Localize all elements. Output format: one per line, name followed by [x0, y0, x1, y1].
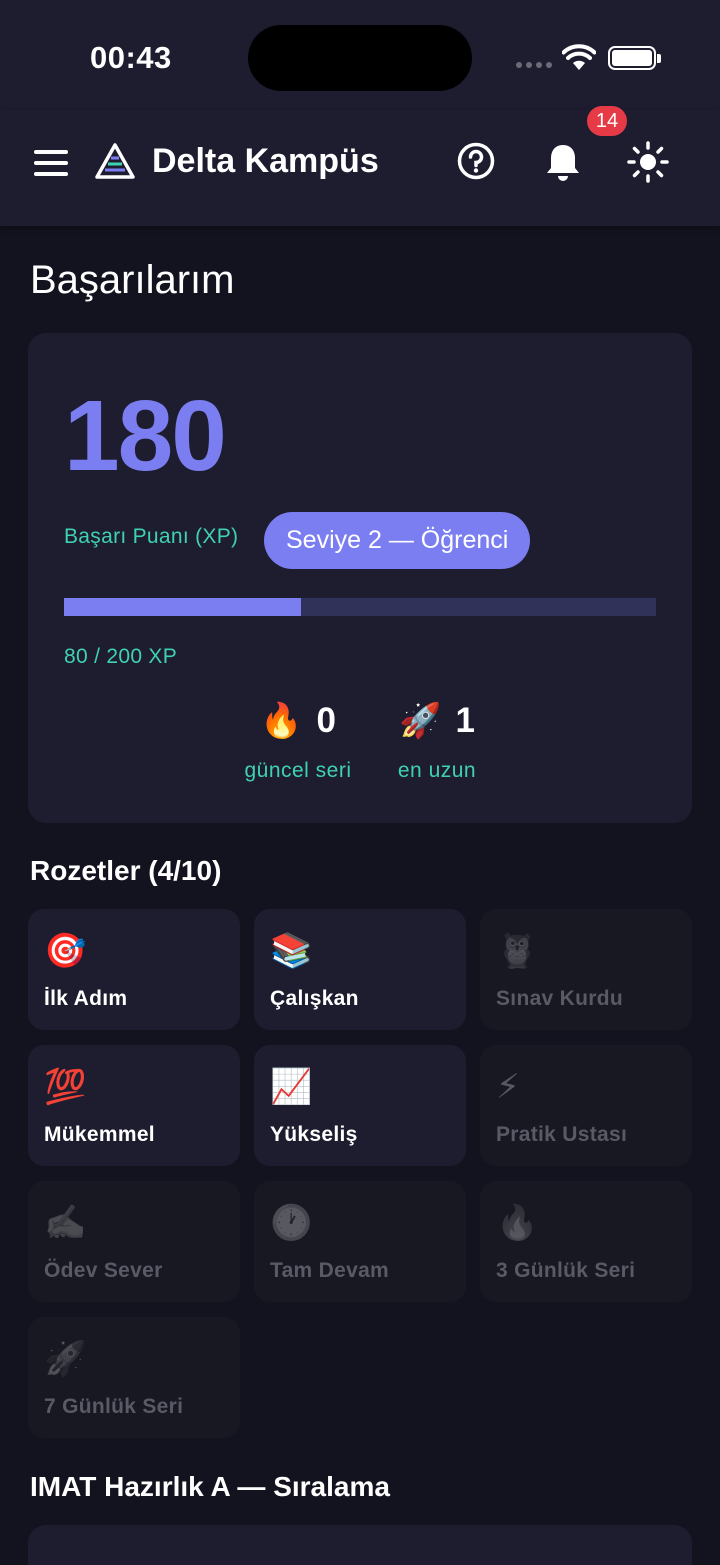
battery-icon	[608, 46, 661, 70]
badge-tile[interactable]: ✍️ Ödev Sever	[28, 1181, 240, 1302]
badge-label: Çalışkan	[270, 987, 359, 1010]
current-streak-label: güncel seri	[244, 759, 352, 782]
books-icon: 📚	[270, 932, 313, 970]
xp-progress-bar	[64, 598, 656, 616]
lightning-icon: ⚡	[496, 1068, 520, 1106]
wifi-icon	[562, 44, 596, 70]
badge-label: Sınav Kurdu	[496, 987, 623, 1010]
badges-section-title: Rozetler (4/10)	[30, 855, 222, 886]
current-streak: 🔥 0 güncel seri	[236, 701, 360, 783]
badge-label: Pratik Ustası	[496, 1123, 628, 1146]
bell-icon[interactable]	[544, 142, 582, 182]
longest-streak-value: 1	[455, 701, 475, 740]
status-bar: 00:43	[0, 0, 720, 110]
target-icon: 🎯	[44, 932, 87, 970]
badge-tile[interactable]: 🎯 İlk Adım	[28, 909, 240, 1030]
level-pill: Seviye 2 — Öğrenci	[264, 512, 531, 569]
badge-label: Ödev Sever	[44, 1259, 163, 1282]
badge-label: Yükseliş	[270, 1123, 358, 1146]
help-icon[interactable]	[457, 142, 495, 180]
cellular-signal-icon	[516, 62, 552, 68]
badge-tile[interactable]: 🚀 7 Günlük Seri	[28, 1317, 240, 1438]
delta-logo-icon	[95, 143, 135, 179]
writing-hand-icon: ✍️	[44, 1204, 87, 1242]
fire-icon: 🔥	[260, 702, 303, 740]
badge-label: Mükemmel	[44, 1123, 155, 1146]
badge-label: 7 Günlük Seri	[44, 1395, 184, 1418]
dynamic-island	[248, 25, 472, 91]
app-title: Delta Kampüs	[152, 142, 379, 180]
fire-icon: 🔥	[496, 1204, 539, 1242]
longest-streak-label: en uzun	[397, 759, 477, 782]
sun-icon[interactable]	[626, 140, 670, 184]
badge-tile[interactable]: 📈 Yükseliş	[254, 1045, 466, 1166]
xp-progress-fill	[64, 598, 301, 616]
badge-tile[interactable]: ⚡ Pratik Ustası	[480, 1045, 692, 1166]
xp-label: Başarı Puanı (XP)	[64, 525, 239, 548]
badge-tile[interactable]: 📚 Çalışkan	[254, 909, 466, 1030]
badge-tile[interactable]: 🦉 Sınav Kurdu	[480, 909, 692, 1030]
badge-label: Tam Devam	[270, 1259, 390, 1282]
owl-icon: 🦉	[496, 932, 539, 970]
rocket-icon: 🚀	[44, 1340, 87, 1378]
notification-count-badge: 14	[587, 106, 627, 136]
longest-streak: 🚀 1 en uzun	[390, 701, 484, 783]
chart-up-icon: 📈	[270, 1068, 313, 1106]
rocket-icon: 🚀	[399, 702, 442, 740]
status-time: 00:43	[90, 40, 172, 75]
clock-icon: 🕐	[270, 1204, 313, 1242]
current-streak-value: 0	[316, 701, 336, 740]
badge-label: 3 Günlük Seri	[496, 1259, 636, 1282]
xp-card: 180 Başarı Puanı (XP) Seviye 2 — Öğrenci…	[28, 333, 692, 823]
badge-tile[interactable]: 🕐 Tam Devam	[254, 1181, 466, 1302]
ranking-card	[28, 1525, 692, 1565]
hundred-icon: 💯	[44, 1068, 87, 1106]
xp-value: 180	[64, 380, 227, 492]
badge-tile[interactable]: 💯 Mükemmel	[28, 1045, 240, 1166]
ranking-section-title: IMAT Hazırlık A — Sıralama	[30, 1471, 390, 1502]
badge-label: İlk Adım	[44, 987, 128, 1010]
menu-icon[interactable]	[34, 150, 68, 176]
xp-progress-text: 80 / 200 XP	[64, 645, 178, 668]
page-title: Başarılarım	[30, 258, 235, 302]
badge-tile[interactable]: 🔥 3 Günlük Seri	[480, 1181, 692, 1302]
